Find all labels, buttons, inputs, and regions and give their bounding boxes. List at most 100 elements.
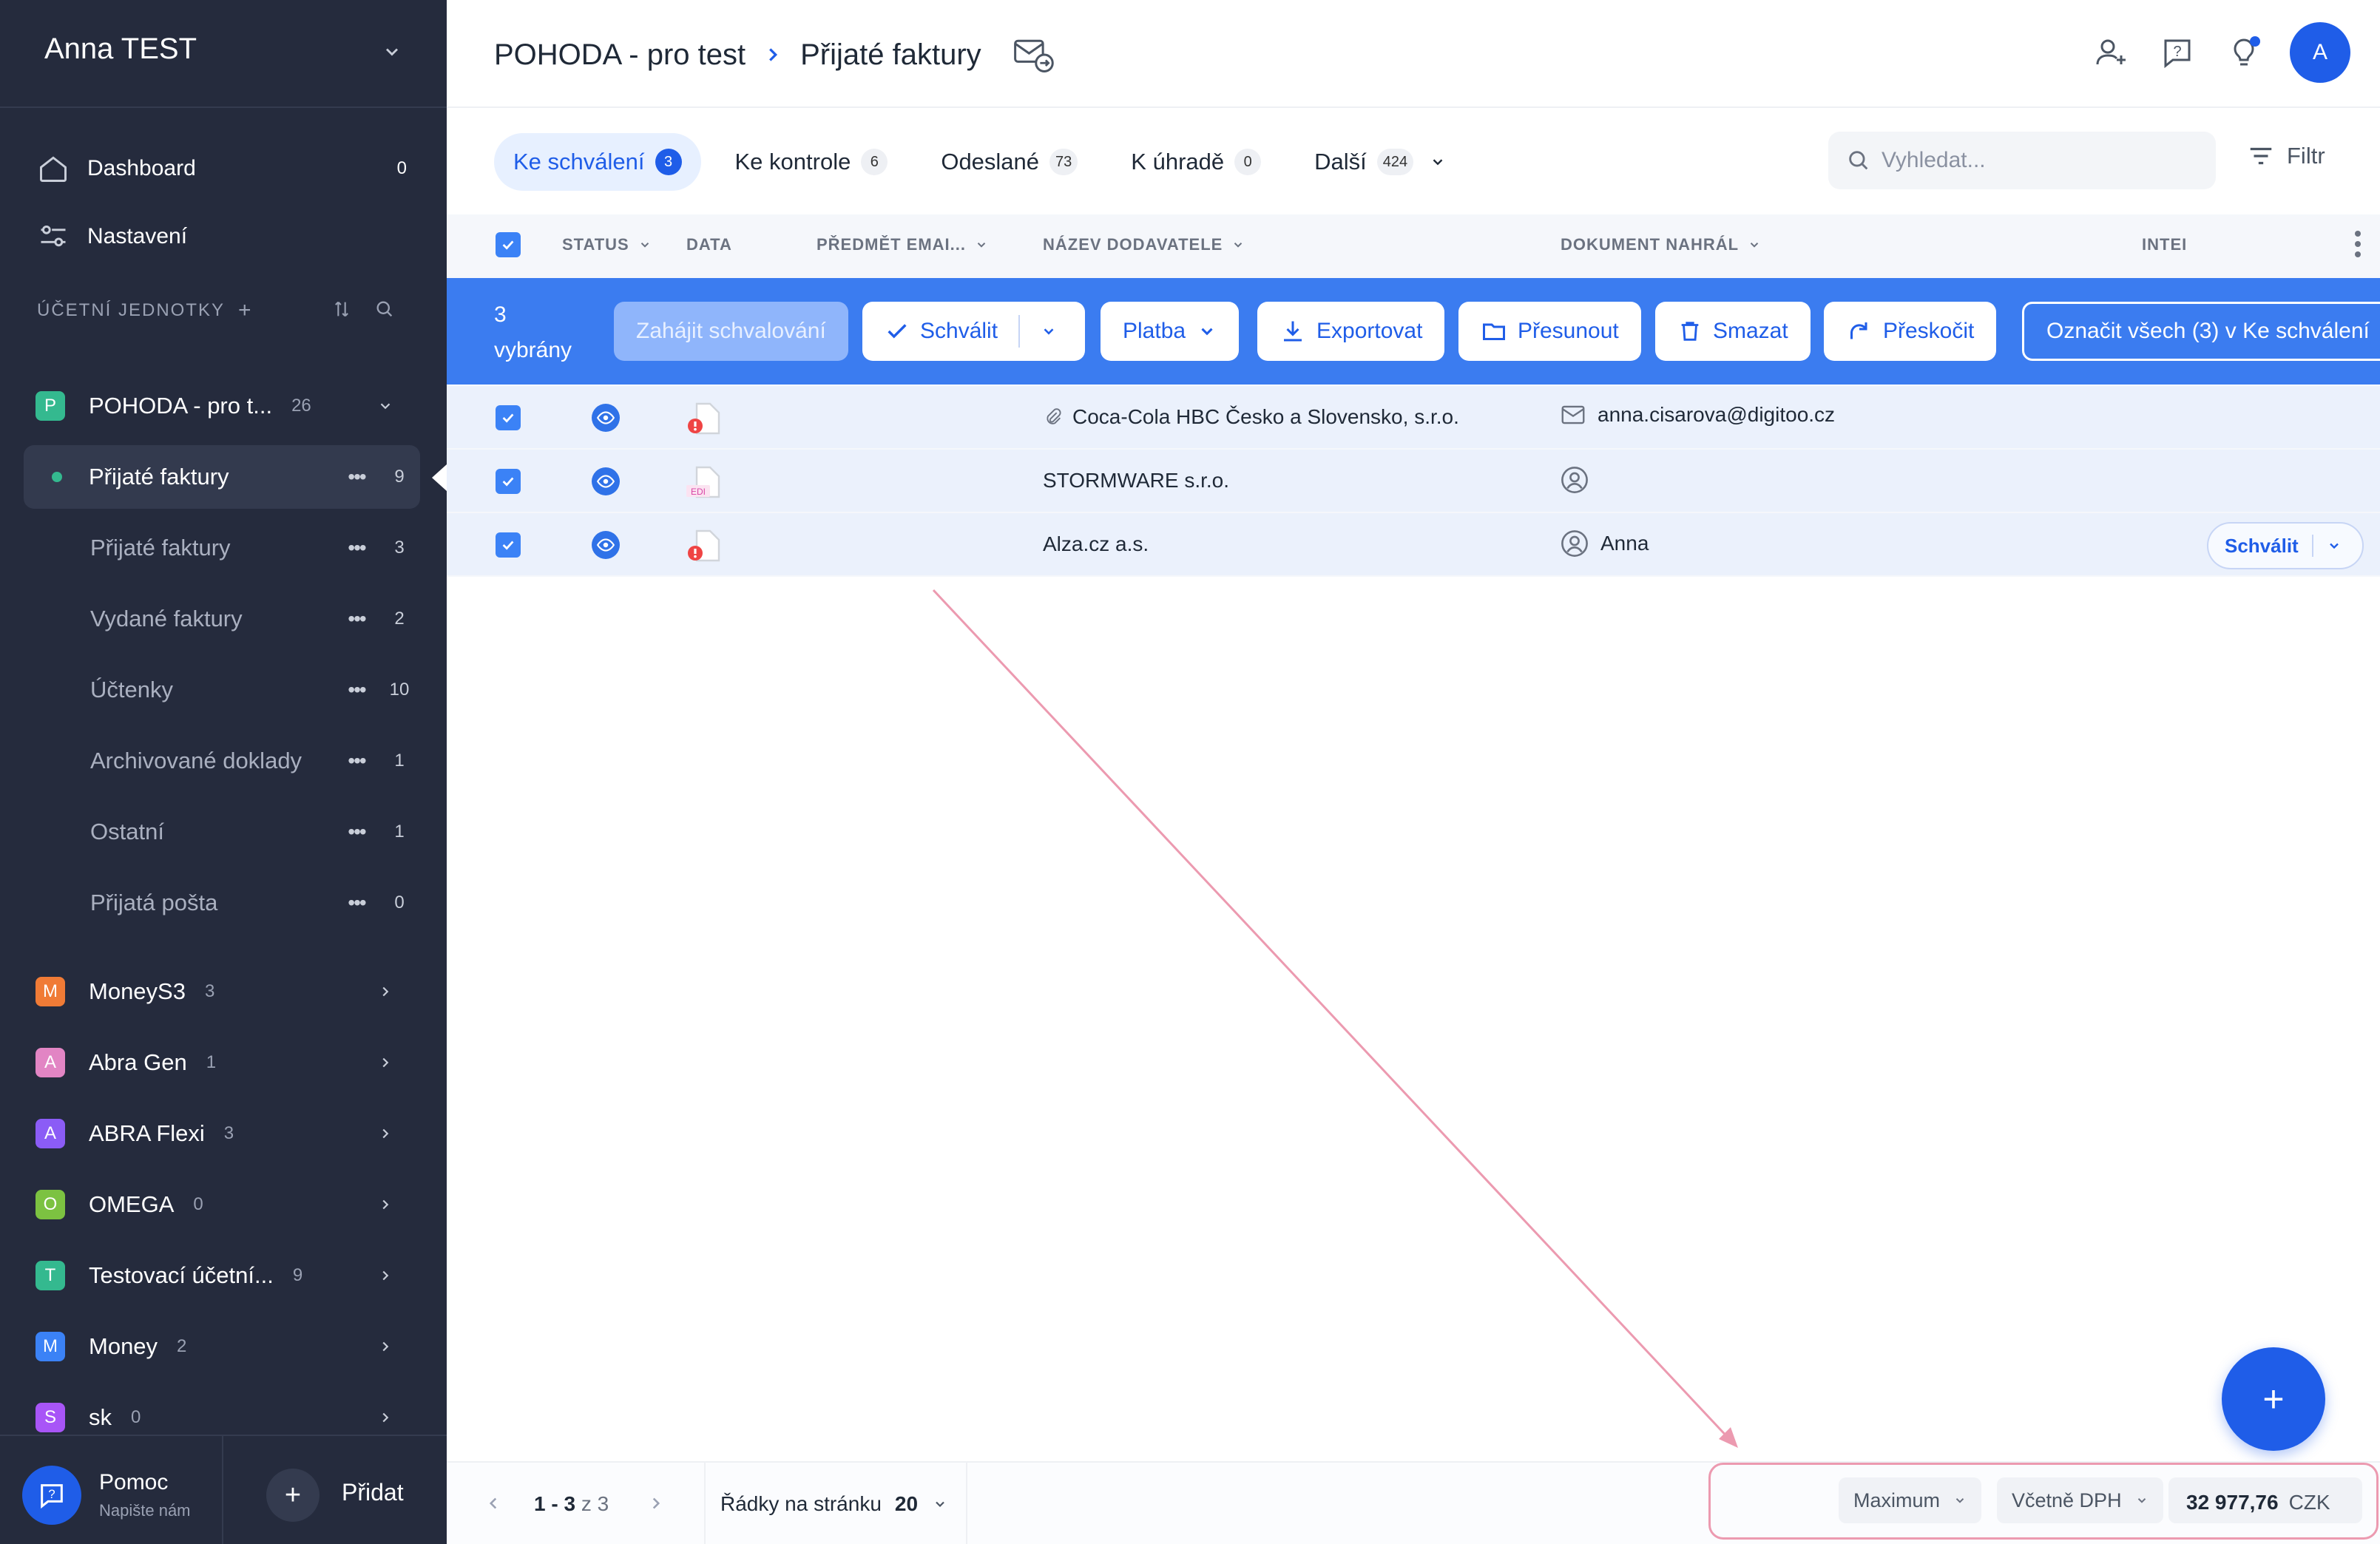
breadcrumb-company[interactable]: POHODA - pro test <box>494 38 746 72</box>
more-icon[interactable]: ••• <box>334 678 379 702</box>
kebab-menu-icon[interactable] <box>2353 229 2362 259</box>
invite-user-icon[interactable] <box>2090 32 2131 73</box>
unit-omega[interactable]: O OMEGA 0 <box>36 1180 414 1229</box>
column-subject[interactable]: PŘEDMĚT EMAI... <box>817 235 988 254</box>
export-button[interactable]: Exportovat <box>1257 302 1445 361</box>
more-icon[interactable]: ••• <box>334 607 379 631</box>
search-icon[interactable] <box>374 299 395 319</box>
add-button-label[interactable]: Přidat <box>342 1479 404 1506</box>
help-title[interactable]: Pomoc <box>99 1470 168 1495</box>
unit-money[interactable]: M Money 2 <box>36 1322 414 1371</box>
more-icon[interactable]: ••• <box>334 465 379 489</box>
eye-icon[interactable] <box>592 467 620 495</box>
sub-item-ostatni[interactable]: Ostatní ••• 1 <box>24 800 420 864</box>
chevron-down-icon <box>640 243 649 248</box>
more-icon[interactable]: ••• <box>334 891 379 915</box>
unit-label: Money <box>89 1333 158 1359</box>
sub-item-prijata-posta[interactable]: Přijatá pošta ••• 0 <box>24 871 420 935</box>
filter-button[interactable]: Filtr <box>2247 142 2325 170</box>
tab-ke-kontrole[interactable]: Ke kontrole 6 <box>716 133 907 191</box>
sort-icon[interactable] <box>331 299 352 319</box>
document-error-icon[interactable] <box>683 398 725 439</box>
chevron-right-icon <box>382 1270 389 1281</box>
sub-item-prijate-faktury[interactable]: Přijaté faktury ••• 9 <box>24 445 420 509</box>
vat-select[interactable]: Včetně DPH <box>1997 1477 2163 1523</box>
skip-button[interactable]: Přeskočit <box>1824 302 1997 361</box>
add-unit-icon[interactable]: + <box>238 298 251 323</box>
total-currency: CZK <box>2288 1491 2330 1514</box>
email-forward-icon[interactable] <box>1011 33 1055 77</box>
unit-moneys3[interactable]: M MoneyS3 3 <box>36 967 414 1016</box>
document-edi-icon[interactable]: EDI <box>683 461 725 503</box>
sub-item-prijate-faktury-2[interactable]: Přijaté faktury ••• 3 <box>24 516 420 580</box>
eye-icon[interactable] <box>592 531 620 559</box>
row-checkbox[interactable] <box>496 469 521 494</box>
uploader-text: anna.cisarova@digitoo.cz <box>1598 403 1836 426</box>
rows-per-page-select[interactable]: Řádky na stránku 20 <box>720 1492 947 1516</box>
document-error-icon[interactable] <box>683 525 725 566</box>
lightbulb-icon[interactable] <box>2223 32 2265 73</box>
row-checkbox[interactable] <box>496 532 521 558</box>
next-page-button[interactable] <box>638 1485 675 1522</box>
row-approve-button[interactable]: Schválit <box>2207 522 2364 569</box>
tab-ke-schvaleni[interactable]: Ke schválení 3 <box>494 133 701 191</box>
add-document-fab[interactable]: + <box>2222 1347 2325 1451</box>
search-input[interactable]: Vyhledat... <box>1828 132 2216 189</box>
aggregate-select[interactable]: Maximum <box>1839 1477 1982 1523</box>
start-approval-button[interactable]: Zahájit schvalování <box>614 302 848 361</box>
nav-settings[interactable]: Nastavení <box>37 213 407 260</box>
divider <box>1018 315 1021 348</box>
selected-count-number: 3 <box>494 302 507 327</box>
table-row[interactable]: EDI STORMWARE s.r.o. <box>447 450 2380 513</box>
sub-item-vydane-faktury[interactable]: Vydané faktury ••• 2 <box>24 587 420 651</box>
table-row[interactable]: Alza.cz a.s. Anna Schválit <box>447 513 2380 577</box>
nav-dashboard[interactable]: Dashboard 0 <box>37 145 407 192</box>
unit-label: Abra Gen <box>89 1049 187 1075</box>
active-dot <box>52 472 62 482</box>
total-amount: 32 977,76 CZK <box>2186 1491 2330 1514</box>
more-icon[interactable]: ••• <box>334 749 379 773</box>
unit-abra-flexi[interactable]: A ABRA Flexi 3 <box>36 1109 414 1158</box>
status-tabs: Ke schválení 3 Ke kontrole 6 Odeslané 73… <box>494 133 1465 191</box>
help-chat-icon[interactable]: ? <box>22 1466 81 1525</box>
help-icon[interactable]: ? <box>2157 32 2198 73</box>
prev-page-button[interactable] <box>475 1485 512 1522</box>
sub-item-label: Přijaté faktury <box>90 535 231 561</box>
delete-button[interactable]: Smazat <box>1655 302 1811 361</box>
sub-item-uctenky[interactable]: Účtenky ••• 10 <box>24 658 420 722</box>
column-supplier[interactable]: NÁZEV DODAVATELE <box>1043 235 1245 254</box>
sub-item-archivovane[interactable]: Archivované doklady ••• 1 <box>24 729 420 793</box>
row-checkbox[interactable] <box>496 405 521 430</box>
avatar[interactable]: A <box>2290 22 2350 83</box>
sidebar-footer: ? Pomoc Napište nám + Přidat <box>0 1435 447 1544</box>
more-icon[interactable]: ••• <box>334 536 379 560</box>
unit-abra-gen[interactable]: A Abra Gen 1 <box>36 1038 414 1087</box>
mark-all-button[interactable]: Označit všech (3) v Ke schválení <box>2022 302 2380 361</box>
chevron-down-icon[interactable] <box>1041 323 1057 339</box>
filter-label: Filtr <box>2287 143 2325 169</box>
unit-testovaci[interactable]: T Testovací účetní... 9 <box>36 1251 414 1300</box>
eye-icon[interactable] <box>592 404 620 432</box>
move-button[interactable]: Přesunout <box>1458 302 1641 361</box>
account-switcher[interactable]: Anna TEST <box>0 0 447 108</box>
sub-item-count: 1 <box>394 751 405 771</box>
select-all-checkbox[interactable] <box>496 232 521 257</box>
table-row[interactable]: Coca-Cola HBC Česko a Slovensko, s.r.o. … <box>447 386 2380 450</box>
unit-pohoda[interactable]: P POHODA - pro t... 26 <box>36 382 414 430</box>
download-icon <box>1284 321 1302 342</box>
account-name: Anna TEST <box>44 33 197 65</box>
sub-item-label: Archivované doklady <box>90 748 302 773</box>
approve-button[interactable]: Schválit <box>862 302 1086 361</box>
sub-item-count: 0 <box>394 893 405 912</box>
paperclip-icon <box>1047 408 1061 424</box>
more-icon[interactable]: ••• <box>334 820 379 844</box>
export-label: Exportovat <box>1316 319 1423 343</box>
add-icon[interactable]: + <box>266 1469 320 1522</box>
payment-button[interactable]: Platba <box>1101 302 1240 361</box>
tab-odeslane[interactable]: Odeslané 73 <box>922 133 1097 191</box>
column-status[interactable]: STATUS <box>562 235 652 254</box>
tab-k-uhrade[interactable]: K úhradě 0 <box>1112 133 1280 191</box>
column-uploader[interactable]: DOKUMENT NAHRÁL <box>1561 235 1761 254</box>
chevron-down-icon[interactable] <box>2327 538 2342 553</box>
tab-dalsi[interactable]: Další 424 <box>1295 133 1465 191</box>
